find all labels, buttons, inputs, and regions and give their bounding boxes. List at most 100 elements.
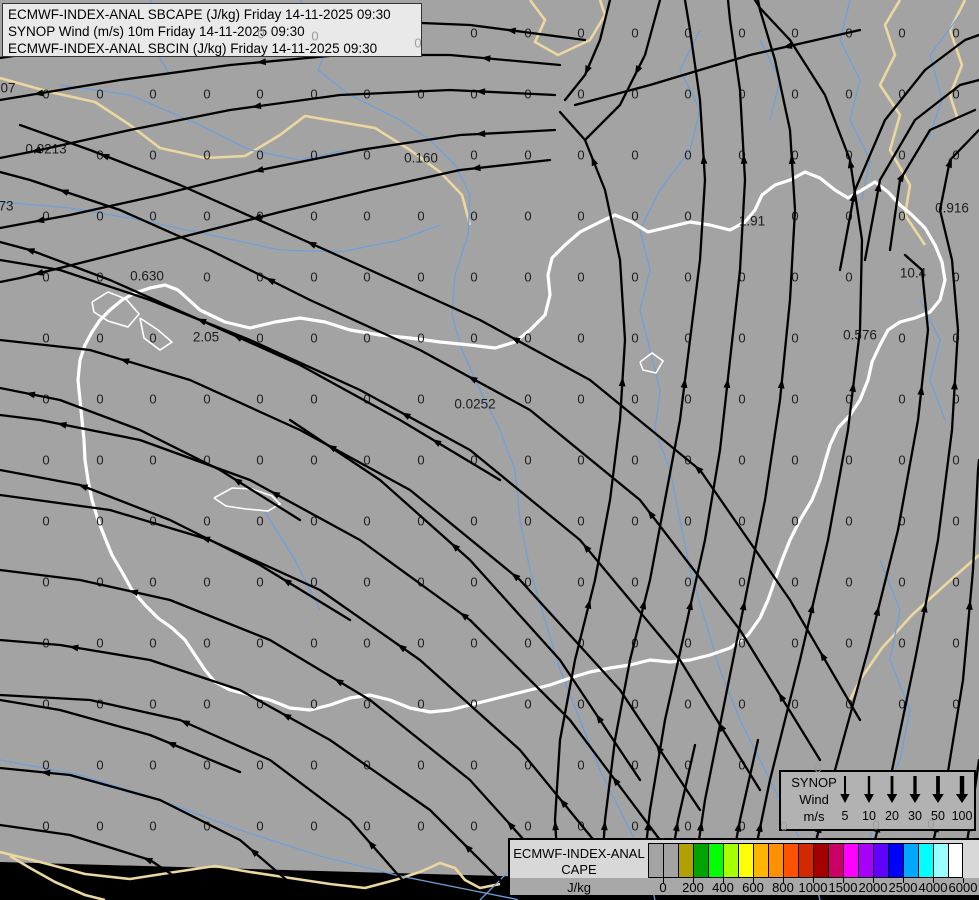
grid-value: 0	[577, 392, 584, 407]
grid-value: 0	[256, 392, 263, 407]
grid-value: 0	[577, 575, 584, 590]
grid-value: 0	[310, 453, 317, 468]
wind-arrow-icon	[955, 794, 969, 803]
grid-value: 0	[96, 331, 103, 346]
grid-value: 0	[631, 26, 638, 41]
cape-cell	[933, 843, 948, 878]
grid-value: 0	[42, 514, 49, 529]
title-line-wind: SYNOP Wind (m/s) 10m Friday 14-11-2025 0…	[8, 24, 305, 39]
grid-value: 0	[417, 209, 424, 224]
title-line-sbcape: ECMWF-INDEX-ANAL SBCAPE (J/kg) Friday 14…	[8, 7, 391, 22]
grid-value: 0	[363, 575, 370, 590]
grid-value: 0	[524, 270, 531, 285]
grid-value: 0	[845, 453, 852, 468]
grid-value: 0	[470, 514, 477, 529]
grid-value: 0	[577, 87, 584, 102]
cape-cell	[813, 843, 828, 878]
wind-arrow-icon	[909, 794, 921, 803]
map-background	[0, 0, 979, 900]
grid-value: 0	[42, 331, 49, 346]
grid-value: 0	[417, 758, 424, 773]
grid-value: 0	[631, 575, 638, 590]
cape-legend: ECMWF-INDEX-ANAL CAPE J/kg 0 200 400 600 800…	[508, 838, 979, 895]
grid-value: 0	[470, 819, 477, 834]
grid-value: 0	[149, 87, 156, 102]
grid-value: 0	[149, 392, 156, 407]
grid-value: 0	[524, 697, 531, 712]
grid-value: 0	[952, 453, 959, 468]
grid-value: 0	[310, 270, 317, 285]
grid-value: 0	[845, 575, 852, 590]
cape-cell	[708, 843, 723, 878]
grid-value: 0	[791, 453, 798, 468]
grid-value: 0	[149, 453, 156, 468]
grid-value: 0	[470, 758, 477, 773]
grid-value: 0	[898, 209, 905, 224]
grid-value: 0	[149, 209, 156, 224]
grid-value: 0	[470, 331, 477, 346]
cape-cell	[873, 843, 888, 878]
grid-value: 0	[363, 636, 370, 651]
special-value: 0.0252	[454, 397, 495, 412]
gray-field-value: 0	[927, 816, 935, 832]
grid-value: 0	[524, 392, 531, 407]
cape-cell	[663, 843, 678, 878]
grid-value: 0	[631, 209, 638, 224]
grid-value: 0	[898, 636, 905, 651]
grid-value: 0	[952, 636, 959, 651]
grid-value: 0	[149, 575, 156, 590]
grid-value: 0	[577, 331, 584, 346]
grid-value: 0	[417, 636, 424, 651]
grid-value: 0	[684, 636, 691, 651]
grid-value: 0	[256, 87, 263, 102]
grid-value: 0	[310, 636, 317, 651]
grid-value: 0	[203, 209, 210, 224]
cape-cell	[753, 843, 768, 878]
grid-value: 0	[203, 270, 210, 285]
cape-legend-param: CAPE	[561, 862, 597, 877]
wind-speed-label: 100	[952, 809, 973, 823]
gray-field-value: 0	[872, 817, 880, 833]
grid-value: 0	[149, 819, 156, 834]
grid-value: 0	[631, 148, 638, 163]
wind-speed-label: 20	[885, 809, 899, 823]
title-line-sbcin: ECMWF-INDEX-ANAL SBCIN (J/kg) Friday 14-…	[8, 41, 378, 56]
grid-value: 0	[149, 758, 156, 773]
weather-map-screen: 0 0 0 0 0 0 0 0 0 0 0 0 0 0 0 0 0 0 0 0 0 0 0 0 0 0 0 0 0 0 0 0 0 0 0 0 0 0 0 0…	[0, 0, 979, 900]
cape-cell	[768, 843, 783, 878]
cape-cell	[678, 843, 693, 878]
grid-value: 0	[684, 514, 691, 529]
gray-field-value: 0	[414, 35, 422, 51]
grid-value: 0	[524, 453, 531, 468]
grid-value: 0	[363, 331, 370, 346]
grid-value: 0	[898, 331, 905, 346]
grid-value: 0	[845, 87, 852, 102]
grid-value: 0	[791, 87, 798, 102]
grid-value: 0	[310, 819, 317, 834]
grid-value: 0	[577, 697, 584, 712]
grid-value: 0	[738, 392, 745, 407]
cape-cell	[948, 843, 963, 878]
grid-value: 0	[256, 819, 263, 834]
grid-value: 0	[42, 87, 49, 102]
wind-speed-label: 30	[908, 809, 922, 823]
grid-value: 0	[42, 392, 49, 407]
grid-value: 0	[96, 697, 103, 712]
grid-value: 0	[845, 270, 852, 285]
grid-value: 0	[845, 514, 852, 529]
special-value: 0.630	[130, 269, 164, 284]
cape-cell	[723, 843, 738, 878]
cape-cell	[828, 843, 843, 878]
grid-value: 0	[203, 392, 210, 407]
grid-value: 0	[738, 453, 745, 468]
grid-value: 0	[470, 209, 477, 224]
cape-cell	[738, 843, 753, 878]
grid-value: 0	[149, 636, 156, 651]
grid-value: 0	[898, 148, 905, 163]
grid-value: 0	[684, 148, 691, 163]
grid-value: 0	[631, 392, 638, 407]
cape-cell	[918, 843, 933, 878]
grid-value: 0	[791, 636, 798, 651]
wind-arrow-icon	[864, 794, 874, 803]
cape-cell	[693, 843, 708, 878]
